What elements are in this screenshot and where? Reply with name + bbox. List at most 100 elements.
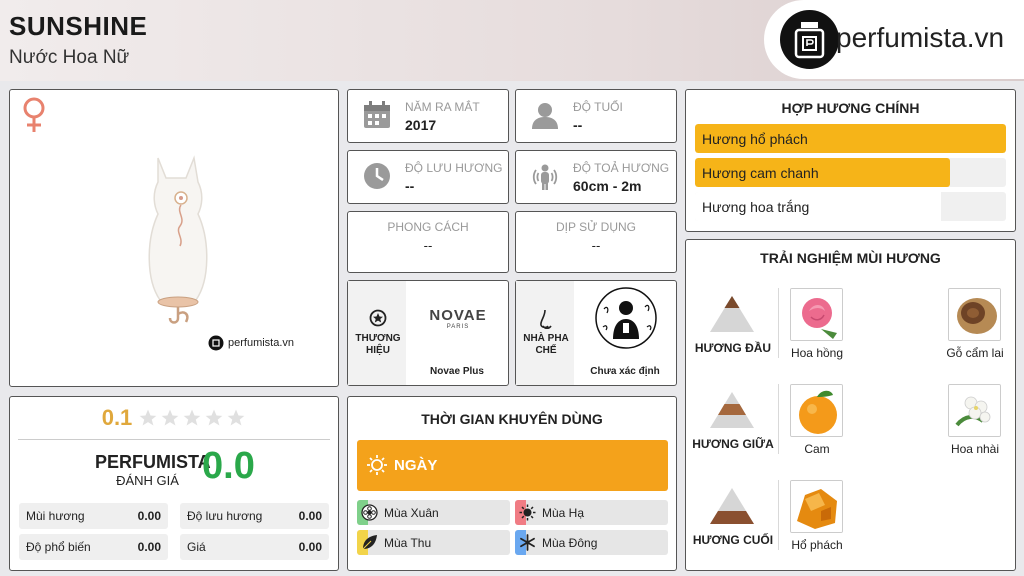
note-image-rose	[790, 288, 843, 341]
snowflake-icon	[519, 534, 536, 554]
star-rating[interactable]	[138, 408, 246, 428]
info-style: PHONG CÁCH --	[347, 211, 509, 273]
season-label: Mùa Đông	[542, 536, 598, 550]
perfumista-score: 0.0	[202, 445, 255, 487]
sillage-icon	[530, 161, 560, 196]
star-icon	[369, 309, 387, 332]
season-summer: Mùa Hạ	[515, 500, 668, 525]
perfume-title: SUNSHINE	[9, 11, 148, 41]
metric-value: 0.00	[137, 540, 161, 554]
person-icon	[530, 100, 560, 135]
main-accords-panel: HỢP HƯƠNG CHÍNH Hương hổ phách Hương cam…	[685, 89, 1016, 232]
notes-title: TRẢI NGHIỆM MÙI HƯƠNG	[760, 250, 941, 266]
perfumer-avatar	[595, 287, 657, 354]
star-icon	[183, 409, 201, 426]
brand-logo-text: NOVAE	[429, 307, 487, 324]
note-tier-label: HƯƠNG CUỐI	[692, 533, 774, 547]
note-name: Hoa hồng	[790, 346, 844, 360]
logo-bottle-icon	[208, 335, 224, 351]
metric-label: Giá	[187, 540, 206, 554]
brand-name: Novae Plus	[430, 366, 484, 377]
note-name: Cam	[804, 442, 830, 456]
info-sillage: ĐỘ TOẢ HƯƠNG 60cm - 2m	[515, 150, 677, 204]
accord-label: Hương hoa trắng	[702, 199, 810, 215]
leaf-icon	[361, 534, 378, 554]
info-label: DỊP SỬ DỤNG	[555, 220, 637, 234]
accords-title: HỢP HƯƠNG CHÍNH	[781, 100, 920, 116]
scent-notes-panel: TRẢI NGHIỆM MÙI HƯƠNG HƯƠNG ĐẦU Hoa hồng…	[685, 239, 1016, 571]
note-name: Hổ phách	[791, 538, 843, 552]
recommended-time-panel: THỜI GIAN KHUYÊN DÙNG NGÀY Mùa Xuân Mùa …	[347, 396, 677, 571]
product-panel: perfumista.vn	[9, 89, 339, 387]
note-image-rosewood	[948, 288, 1001, 341]
season-autumn: Mùa Thu	[357, 530, 510, 555]
metric-value: 0.00	[298, 540, 322, 554]
day-label: NGÀY	[394, 457, 438, 474]
info-age: ĐỘ TUỔI --	[515, 89, 677, 143]
star-icon	[161, 409, 179, 426]
season-spring: Mùa Xuân	[357, 500, 510, 525]
note-image-orange	[790, 384, 843, 437]
product-image	[138, 150, 218, 335]
site-logo[interactable]: perfumista.vn	[764, 0, 1024, 79]
accord-bar: Hương hoa trắng	[695, 192, 1006, 221]
brand-logo: NOVAE PARIS	[406, 307, 510, 330]
info-occasion: DỊP SỬ DỤNG --	[515, 211, 677, 273]
perfumista-sub: ĐÁNH GIÁ	[116, 473, 179, 488]
info-label: NĂM RA MẮT	[405, 100, 480, 114]
perfumista-label: PERFUMISTA	[95, 452, 211, 472]
perfumer-name: Chưa xác định	[590, 366, 660, 377]
accord-label: Hương hổ phách	[702, 131, 808, 147]
metric-price: Giá 0.00	[180, 534, 329, 560]
metric-label: Độ lưu hương	[187, 509, 263, 523]
day-bar: NGÀY	[357, 440, 668, 491]
note-image-jasmine	[948, 384, 1001, 437]
info-value: --	[573, 117, 583, 133]
info-value: 60cm - 2m	[573, 178, 642, 194]
season-winter: Mùa Đông	[515, 530, 668, 555]
brand-card[interactable]: THƯƠNG HIỆU NOVAE PARIS Novae Plus	[347, 280, 509, 386]
accord-bar: Hương hổ phách	[695, 124, 1006, 153]
nose-icon	[537, 309, 555, 336]
info-value: --	[405, 178, 415, 194]
logo-bottle-icon	[780, 10, 839, 69]
female-symbol-icon	[16, 94, 52, 139]
rating-panel: 0.1 PERFUMISTA ĐÁNH GIÁ 0.0 Mùi hương 0.…	[9, 396, 339, 571]
brand-logo-sub: PARIS	[446, 324, 470, 330]
brand-label: THƯƠNG HIỆU	[355, 333, 401, 356]
season-label: Mùa Hạ	[542, 506, 585, 520]
note-image-amber	[790, 480, 843, 533]
metric-longevity: Độ lưu hương 0.00	[180, 503, 329, 529]
info-label: ĐỘ TUỔI	[573, 100, 623, 114]
perfumer-side: NHÀ PHA CHẾ	[516, 281, 574, 385]
watermark: perfumista.vn	[208, 335, 294, 351]
accord-label: Hương cam chanh	[702, 165, 819, 181]
brand-side: THƯƠNG HIỆU	[348, 281, 406, 385]
info-value: --	[591, 238, 601, 253]
clock-icon	[362, 161, 392, 196]
metric-popularity: Độ phổ biến 0.00	[19, 534, 168, 560]
sun-icon	[519, 504, 536, 524]
accord-bar: Hương cam chanh	[695, 158, 1006, 187]
season-label: Mùa Xuân	[384, 506, 439, 520]
divider	[18, 439, 330, 440]
season-label: Mùa Thu	[384, 536, 432, 550]
info-label: ĐỘ TOẢ HƯƠNG	[573, 161, 670, 175]
info-value: --	[423, 238, 433, 253]
perfumer-card[interactable]: NHÀ PHA CHẾ Chưa xác định	[515, 280, 677, 386]
metric-label: Độ phổ biến	[26, 540, 91, 554]
time-title: THỜI GIAN KHUYÊN DÙNG	[421, 411, 603, 427]
metric-label: Mùi hương	[26, 509, 85, 523]
logo-text: perfumista.vn	[836, 22, 1005, 53]
info-longevity: ĐỘ LƯU HƯƠNG --	[347, 150, 509, 204]
star-icon	[205, 409, 223, 426]
note-tier-label: HƯƠNG GIỮA	[692, 437, 774, 451]
info-label: ĐỘ LƯU HƯƠNG	[405, 161, 503, 175]
info-label: PHONG CÁCH	[387, 220, 469, 234]
watermark-text: perfumista.vn	[228, 337, 295, 349]
user-rating: 0.1	[10, 405, 338, 431]
metric-value: 0.00	[137, 509, 161, 523]
header: SUNSHINE Nước Hoa Nữ perfumista.vn	[0, 0, 1024, 81]
star-icon	[139, 409, 157, 426]
info-release-year: NĂM RA MẮT 2017	[347, 89, 509, 143]
